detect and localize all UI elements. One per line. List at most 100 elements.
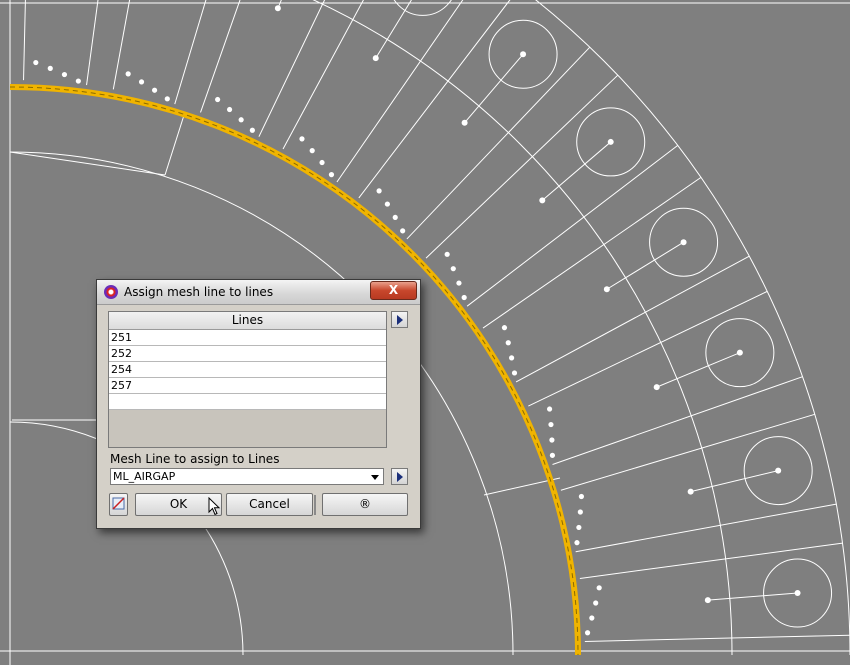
stator-tooth-line bbox=[406, 46, 591, 240]
mesh-node bbox=[164, 96, 170, 102]
mesh-node bbox=[33, 59, 39, 66]
mesh-node bbox=[328, 172, 335, 178]
mesh-node bbox=[509, 355, 515, 361]
mesh-node bbox=[138, 79, 145, 85]
stator-tooth-line bbox=[282, 0, 364, 150]
stator-tooth-line bbox=[466, 145, 679, 307]
mesh-node bbox=[578, 493, 585, 500]
stator-tooth-line bbox=[358, 0, 511, 199]
pick-icon bbox=[112, 497, 125, 510]
mesh-node bbox=[511, 370, 518, 376]
mesh-line-arrow-button[interactable] bbox=[391, 468, 408, 485]
mesh-node bbox=[392, 214, 398, 221]
pick-icon-button[interactable] bbox=[109, 493, 128, 516]
slot-centerline bbox=[541, 141, 612, 201]
stator-tooth-line bbox=[112, 0, 131, 90]
cancel-button[interactable]: Cancel bbox=[226, 493, 313, 516]
mesh-node bbox=[226, 106, 233, 113]
mesh-node bbox=[574, 540, 580, 546]
stator-tooth-line bbox=[560, 413, 815, 491]
mesh-node bbox=[238, 117, 244, 123]
mesh-node bbox=[309, 148, 315, 154]
stator-tooth-line bbox=[174, 0, 207, 105]
button-separator bbox=[314, 495, 316, 515]
mesh-node bbox=[539, 197, 546, 204]
mesh-node bbox=[47, 65, 53, 71]
slot-centerline bbox=[375, 0, 412, 59]
mesh-node bbox=[151, 87, 158, 93]
lines-table: Lines 251 252 254 257 bbox=[108, 311, 387, 448]
table-row[interactable]: 251 bbox=[109, 330, 386, 346]
table-row[interactable]: 254 bbox=[109, 362, 386, 378]
slot-outline bbox=[393, 0, 452, 16]
mesh-node bbox=[461, 119, 468, 126]
mesh-node bbox=[794, 590, 801, 597]
stator-tooth-line bbox=[552, 376, 803, 465]
mesh-node bbox=[450, 266, 456, 272]
stator-tooth-line bbox=[584, 634, 850, 642]
mesh-node bbox=[680, 239, 687, 246]
mesh-node bbox=[249, 127, 255, 133]
mesh-node bbox=[584, 630, 591, 636]
mesh-node bbox=[577, 509, 583, 515]
geometry-line bbox=[164, 111, 186, 176]
mesh-node bbox=[775, 467, 782, 474]
mesh-node bbox=[444, 251, 450, 257]
stator-tooth-line bbox=[200, 0, 241, 113]
mesh-node bbox=[456, 280, 462, 286]
mesh-node bbox=[653, 384, 660, 391]
assign-mesh-line-dialog: Assign mesh line to lines X Lines 251 25… bbox=[96, 279, 421, 529]
mesh-node bbox=[505, 340, 511, 346]
help-icon: ® bbox=[359, 497, 371, 511]
slot-centerline bbox=[690, 470, 779, 493]
stator-tooth-line bbox=[575, 503, 837, 553]
mesh-node bbox=[274, 5, 281, 12]
mesh-node bbox=[687, 488, 694, 495]
mesh-node bbox=[501, 325, 508, 331]
table-row-empty[interactable] bbox=[109, 394, 386, 410]
table-row[interactable]: 252 bbox=[109, 346, 386, 362]
geometry-line bbox=[9, 151, 166, 176]
mesh-node bbox=[376, 188, 382, 194]
stator-tooth-line bbox=[258, 0, 326, 137]
app-logo-icon bbox=[104, 285, 118, 299]
dialog-button-bar: OK Cancel ® bbox=[108, 491, 410, 520]
stator-tooth-line bbox=[425, 74, 619, 259]
stator-tooth-line bbox=[23, 0, 26, 81]
mesh-node bbox=[736, 349, 743, 356]
mesh-node bbox=[593, 600, 599, 606]
slot-centerline bbox=[707, 592, 798, 601]
lines-column-header[interactable]: Lines bbox=[109, 312, 386, 330]
stator-tooth-line bbox=[482, 176, 702, 329]
mesh-node bbox=[75, 78, 81, 84]
table-row[interactable]: 257 bbox=[109, 378, 386, 394]
mesh-node bbox=[461, 294, 467, 301]
mesh-node bbox=[61, 71, 68, 78]
mesh-node bbox=[607, 138, 614, 145]
close-button[interactable]: X bbox=[370, 281, 417, 300]
mesh-node bbox=[546, 406, 553, 412]
mesh-node bbox=[704, 597, 711, 604]
stator-tooth-line bbox=[579, 542, 843, 579]
mesh-node bbox=[596, 585, 602, 591]
mesh-node bbox=[215, 96, 221, 103]
mesh-node bbox=[576, 524, 582, 531]
mesh-node bbox=[125, 71, 131, 77]
dialog-title: Assign mesh line to lines bbox=[124, 285, 274, 299]
table-expand-arrow-button[interactable] bbox=[391, 311, 408, 328]
dialog-titlebar: Assign mesh line to lines X bbox=[97, 280, 420, 305]
slot-centerline bbox=[656, 352, 741, 388]
stator-tooth-line bbox=[336, 0, 464, 183]
mesh-node bbox=[384, 201, 390, 207]
help-button[interactable]: ® bbox=[322, 493, 408, 516]
mesh-line-select[interactable]: ML_AIRGAP bbox=[110, 468, 384, 485]
mesh-node bbox=[549, 437, 555, 443]
mesh-node bbox=[372, 55, 379, 62]
mouse-cursor-icon bbox=[208, 497, 221, 516]
mesh-node bbox=[520, 51, 527, 58]
mesh-line-value: ML_AIRGAP bbox=[113, 470, 176, 483]
mesh-node bbox=[299, 136, 305, 142]
stator-tooth-line bbox=[528, 290, 768, 407]
chevron-down-icon[interactable] bbox=[371, 475, 379, 480]
mesh-line-label: Mesh Line to assign to Lines bbox=[110, 452, 280, 466]
